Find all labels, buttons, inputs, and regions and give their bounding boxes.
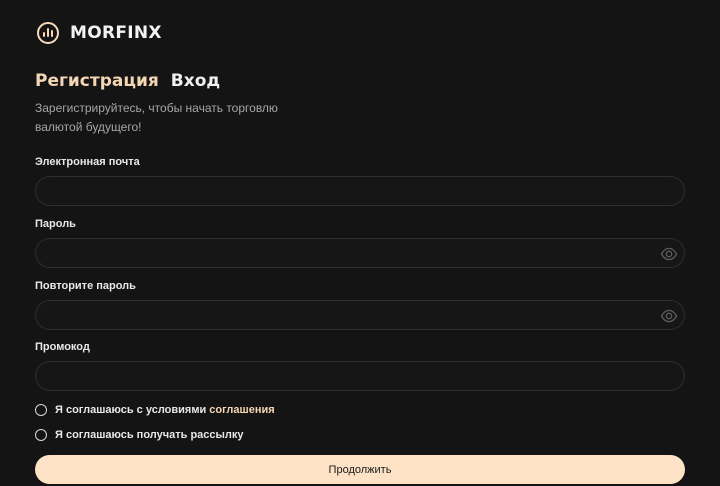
password-field[interactable] <box>36 239 684 267</box>
promo-label: Промокод <box>35 341 90 353</box>
eye-icon[interactable] <box>660 245 678 263</box>
newsletter-text: Я соглашаюсь получать рассылку <box>55 429 244 441</box>
password-label: Пароль <box>35 218 76 230</box>
email-field[interactable] <box>36 177 684 205</box>
terms-radio[interactable] <box>35 404 47 416</box>
registration-page: MORFINX Регистрация Вход Зарегистрируйте… <box>0 0 720 486</box>
brand-name: MORFINX <box>70 23 162 43</box>
page-subtitle: Зарегистрируйтесь, чтобы начать торговлю… <box>35 101 278 134</box>
password-repeat-field-wrapper <box>35 300 685 330</box>
email-label: Электронная почта <box>35 156 140 168</box>
password-repeat-field[interactable] <box>36 301 684 329</box>
tab-login[interactable]: Вход <box>171 71 220 91</box>
continue-button[interactable]: Продолжить <box>35 455 685 484</box>
terms-prefix: Я соглашаюсь с условиями <box>55 404 210 416</box>
terms-text: Я соглашаюсь с условиями соглашения <box>55 404 275 416</box>
email-field-wrapper <box>35 176 685 206</box>
tab-registration[interactable]: Регистрация <box>35 71 159 91</box>
auth-tabs: Регистрация Вход <box>35 71 220 91</box>
logo[interactable]: MORFINX <box>37 22 162 44</box>
eye-icon[interactable] <box>660 307 678 325</box>
password-repeat-label: Повторите пароль <box>35 280 136 292</box>
terms-agreement: Я соглашаюсь с условиями соглашения <box>35 404 275 416</box>
promo-field[interactable] <box>36 362 684 390</box>
password-field-wrapper <box>35 238 685 268</box>
newsletter-radio[interactable] <box>35 429 47 441</box>
promo-field-wrapper <box>35 361 685 391</box>
terms-link[interactable]: соглашения <box>209 404 274 416</box>
chart-bars-circle-icon <box>37 22 59 44</box>
newsletter-agreement: Я соглашаюсь получать рассылку <box>35 429 244 441</box>
